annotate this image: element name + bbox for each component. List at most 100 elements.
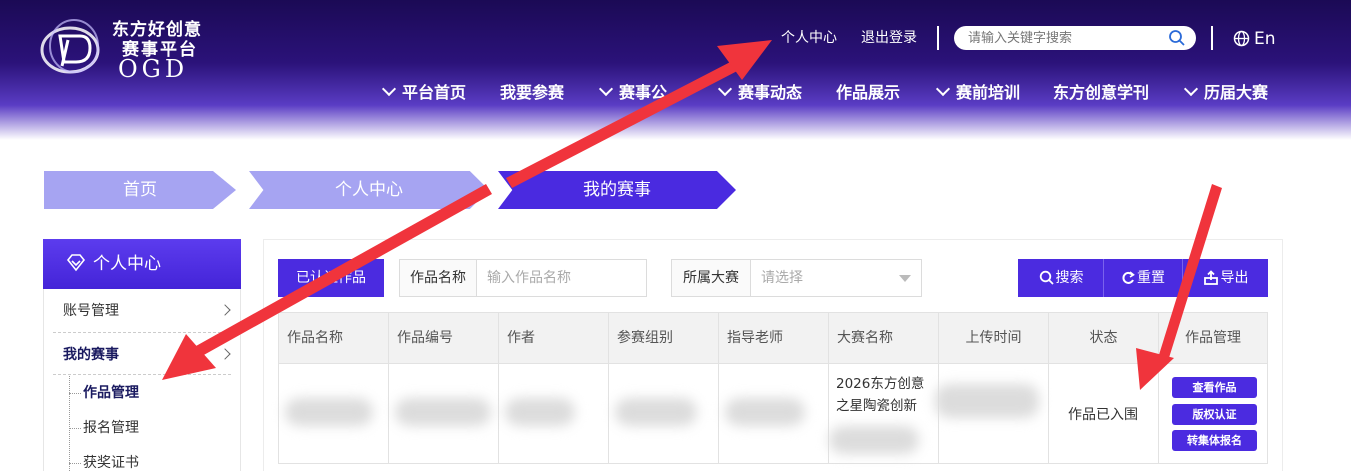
language-switch[interactable]: En — [1233, 27, 1276, 51]
logout-link[interactable]: 退出登录 — [861, 26, 917, 50]
button-label: 导出 — [1220, 270, 1249, 286]
caret-down-icon — [899, 275, 911, 282]
export-button[interactable]: 导出 — [1183, 259, 1268, 297]
table-cell — [279, 364, 389, 464]
table-cell — [499, 364, 609, 464]
group-registration-button[interactable]: 转集体报名 — [1172, 430, 1257, 451]
globe-icon — [1233, 30, 1250, 47]
chevron-down-icon — [935, 81, 951, 97]
work-name-label: 作品名称 — [399, 259, 477, 297]
breadcrumb-label: 首页 — [123, 180, 157, 200]
site-logo[interactable]: 东方好创意 赛事平台 OGD — [40, 16, 220, 82]
nav-item-join[interactable]: 我要参赛 — [500, 80, 564, 106]
copyright-cert-button[interactable]: 版权认证 — [1172, 404, 1257, 425]
redacted-text — [935, 384, 1039, 418]
column-header: 作品编号 — [389, 313, 499, 363]
sidebar-item-label: 账号管理 — [63, 303, 119, 319]
table-cell — [719, 364, 829, 464]
redacted-text — [285, 398, 373, 426]
sidebar-title: 个人中心 — [93, 254, 161, 274]
nav-label: 赛事动态 — [738, 83, 803, 102]
status-cell: 作品已入围 — [1068, 407, 1138, 423]
nav-label: 平台首页 — [402, 83, 467, 102]
column-header: 作品名称 — [279, 313, 389, 363]
table-cell — [389, 364, 499, 464]
nav-label: 赛前培训 — [956, 83, 1021, 102]
contest-select[interactable] — [750, 259, 922, 297]
personal-center-link[interactable]: 个人中心 — [781, 26, 837, 50]
nav-label: 赛事公 — [619, 83, 668, 102]
column-header: 作品管理 — [1185, 330, 1241, 346]
reset-button[interactable]: 重置 — [1104, 259, 1182, 297]
column-header: 指导老师 — [719, 313, 829, 363]
column-header: 大赛名称 — [829, 313, 939, 363]
nav-item-news[interactable]: 赛事动态 — [717, 80, 803, 106]
export-icon — [1203, 270, 1218, 285]
contest-label: 所属大赛 — [671, 259, 751, 297]
divider — [53, 332, 231, 333]
table-cell — [609, 364, 719, 464]
breadcrumb-home[interactable]: 首页 — [44, 171, 236, 209]
chevron-down-icon — [1183, 81, 1199, 97]
search-icon[interactable] — [1168, 29, 1186, 47]
column-header: 上传时间 — [939, 313, 1049, 363]
redacted-text — [615, 398, 697, 426]
nav-item-home[interactable]: 平台首页 — [381, 80, 467, 106]
sidebar-subitem-certificates[interactable]: 获奖证书 — [83, 453, 139, 471]
tree-line — [69, 393, 81, 394]
nav-label: 我要参赛 — [500, 83, 565, 102]
search-button[interactable]: 搜索 — [1018, 259, 1104, 297]
sidebar-header: 个人中心 — [43, 239, 241, 289]
contest-select-input[interactable] — [751, 260, 921, 296]
sidebar-item-my-contests[interactable]: 我的赛事 — [63, 345, 233, 365]
work-name-input[interactable] — [477, 260, 646, 296]
sidebar-subitem-registration[interactable]: 报名管理 — [83, 418, 139, 438]
table-header: 作品名称 作品编号 作者 参赛组别 指导老师 大赛名称 上传时间 状态 作品管理 — [278, 312, 1268, 364]
contest-name-cell: 2026东方创意之星陶瓷创新 — [836, 376, 925, 414]
column-header: 参赛组别 — [609, 313, 719, 363]
diamond-icon — [66, 254, 86, 272]
logo-name-line1: 东方好创意 — [112, 20, 202, 40]
column-header: 状态 — [1049, 313, 1159, 363]
work-name-field — [476, 259, 647, 297]
nav-label: 东方创意学刊 — [1053, 83, 1150, 102]
chevron-right-icon — [219, 348, 231, 360]
redacted-text — [505, 398, 575, 426]
button-label: 重置 — [1137, 270, 1165, 286]
sidebar-item-account[interactable]: 账号管理 — [63, 301, 233, 321]
tree-line — [69, 428, 81, 429]
chevron-down-icon — [717, 81, 733, 97]
breadcrumb-label: 个人中心 — [335, 180, 403, 200]
language-label: En — [1254, 29, 1276, 49]
redacted-text — [829, 426, 919, 454]
site-search — [954, 26, 1196, 50]
view-work-button[interactable]: 查看作品 — [1172, 377, 1257, 398]
nav-item-training[interactable]: 赛前培训 — [935, 80, 1021, 106]
breadcrumb-personal-center[interactable]: 个人中心 — [249, 171, 489, 209]
chevron-down-icon — [381, 81, 397, 97]
nav-item-showcase[interactable]: 作品展示 — [836, 80, 900, 106]
divider — [1211, 26, 1213, 50]
refresh-icon — [1122, 271, 1135, 284]
tree-line — [69, 463, 81, 464]
column-header: 作者 — [499, 313, 609, 363]
nav-label: 历届大赛 — [1204, 83, 1269, 102]
breadcrumb-my-contests: 我的赛事 — [498, 171, 736, 209]
nav-item-past-contests[interactable]: 历届大赛 — [1183, 80, 1269, 106]
redacted-text — [725, 398, 805, 426]
tab-certified-works[interactable]: 已认证作品 — [278, 259, 384, 297]
search-input[interactable] — [968, 28, 1168, 48]
redacted-text — [395, 398, 491, 426]
chevron-right-icon — [219, 304, 231, 316]
nav-label: 作品展示 — [836, 83, 901, 102]
divider — [937, 26, 939, 50]
site-header: 东方好创意 赛事平台 OGD 个人中心 退出登录 En 平台首页 我要参赛 赛事… — [0, 0, 1351, 140]
sidebar-item-label: 我的赛事 — [63, 347, 119, 363]
nav-item-journal[interactable]: 东方创意学刊 — [1053, 80, 1149, 106]
sidebar-subitem-works[interactable]: 作品管理 — [83, 383, 139, 403]
logo-mark-icon — [40, 19, 100, 74]
tree-line — [69, 376, 70, 471]
divider — [53, 374, 231, 375]
nav-item-announcements[interactable]: 赛事公 — [598, 80, 668, 106]
search-icon — [1039, 270, 1054, 285]
